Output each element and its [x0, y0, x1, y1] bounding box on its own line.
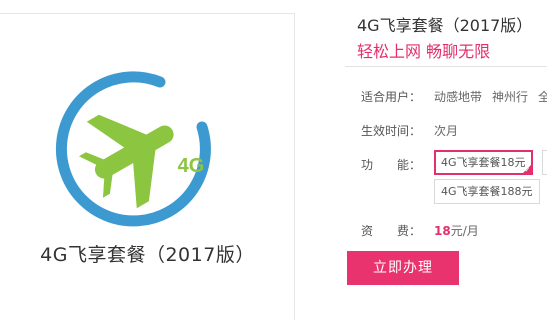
- option-label: 4G飞享套餐188元: [441, 185, 533, 198]
- fee-unit: 元/月: [450, 224, 479, 238]
- product-name: 4G飞享套餐（2017版）: [40, 244, 255, 266]
- product-logo: 4G: [52, 67, 220, 235]
- fee-amount: 18: [434, 224, 451, 238]
- user-type: 动感地带: [434, 90, 483, 104]
- package-title: 4G飞享套餐（2017版）: [357, 16, 533, 35]
- option-label: 4G飞享套餐18元: [441, 156, 526, 169]
- fee-label: 资 费：: [361, 224, 422, 238]
- user-type: 全球通: [538, 90, 547, 104]
- function-label: 功 能：: [361, 158, 422, 172]
- users-value: 动感地带神州行全球通: [434, 88, 547, 105]
- checkmark-icon: ✓: [524, 166, 531, 174]
- airplane-4g-icon: 4G: [55, 71, 211, 227]
- apply-button[interactable]: 立即办理: [347, 251, 459, 285]
- product-card: 4G 4G飞享套餐（2017版）: [0, 13, 295, 320]
- package-slogan: 轻松上网 畅聊无限: [357, 42, 491, 61]
- option-18-yuan[interactable]: 4G飞享套餐18元 ✓: [434, 150, 533, 175]
- option-more[interactable]: [542, 150, 547, 175]
- user-type: 神州行: [492, 90, 529, 104]
- effective-label: 生效时间：: [361, 124, 422, 138]
- svg-text:4G: 4G: [178, 155, 205, 177]
- divider: [345, 66, 547, 67]
- users-label: 适合用户：: [361, 90, 422, 104]
- option-188-yuan[interactable]: 4G飞享套餐188元: [434, 179, 540, 204]
- fee-value: 18元/月: [434, 222, 479, 239]
- effective-value: 次月: [434, 124, 459, 138]
